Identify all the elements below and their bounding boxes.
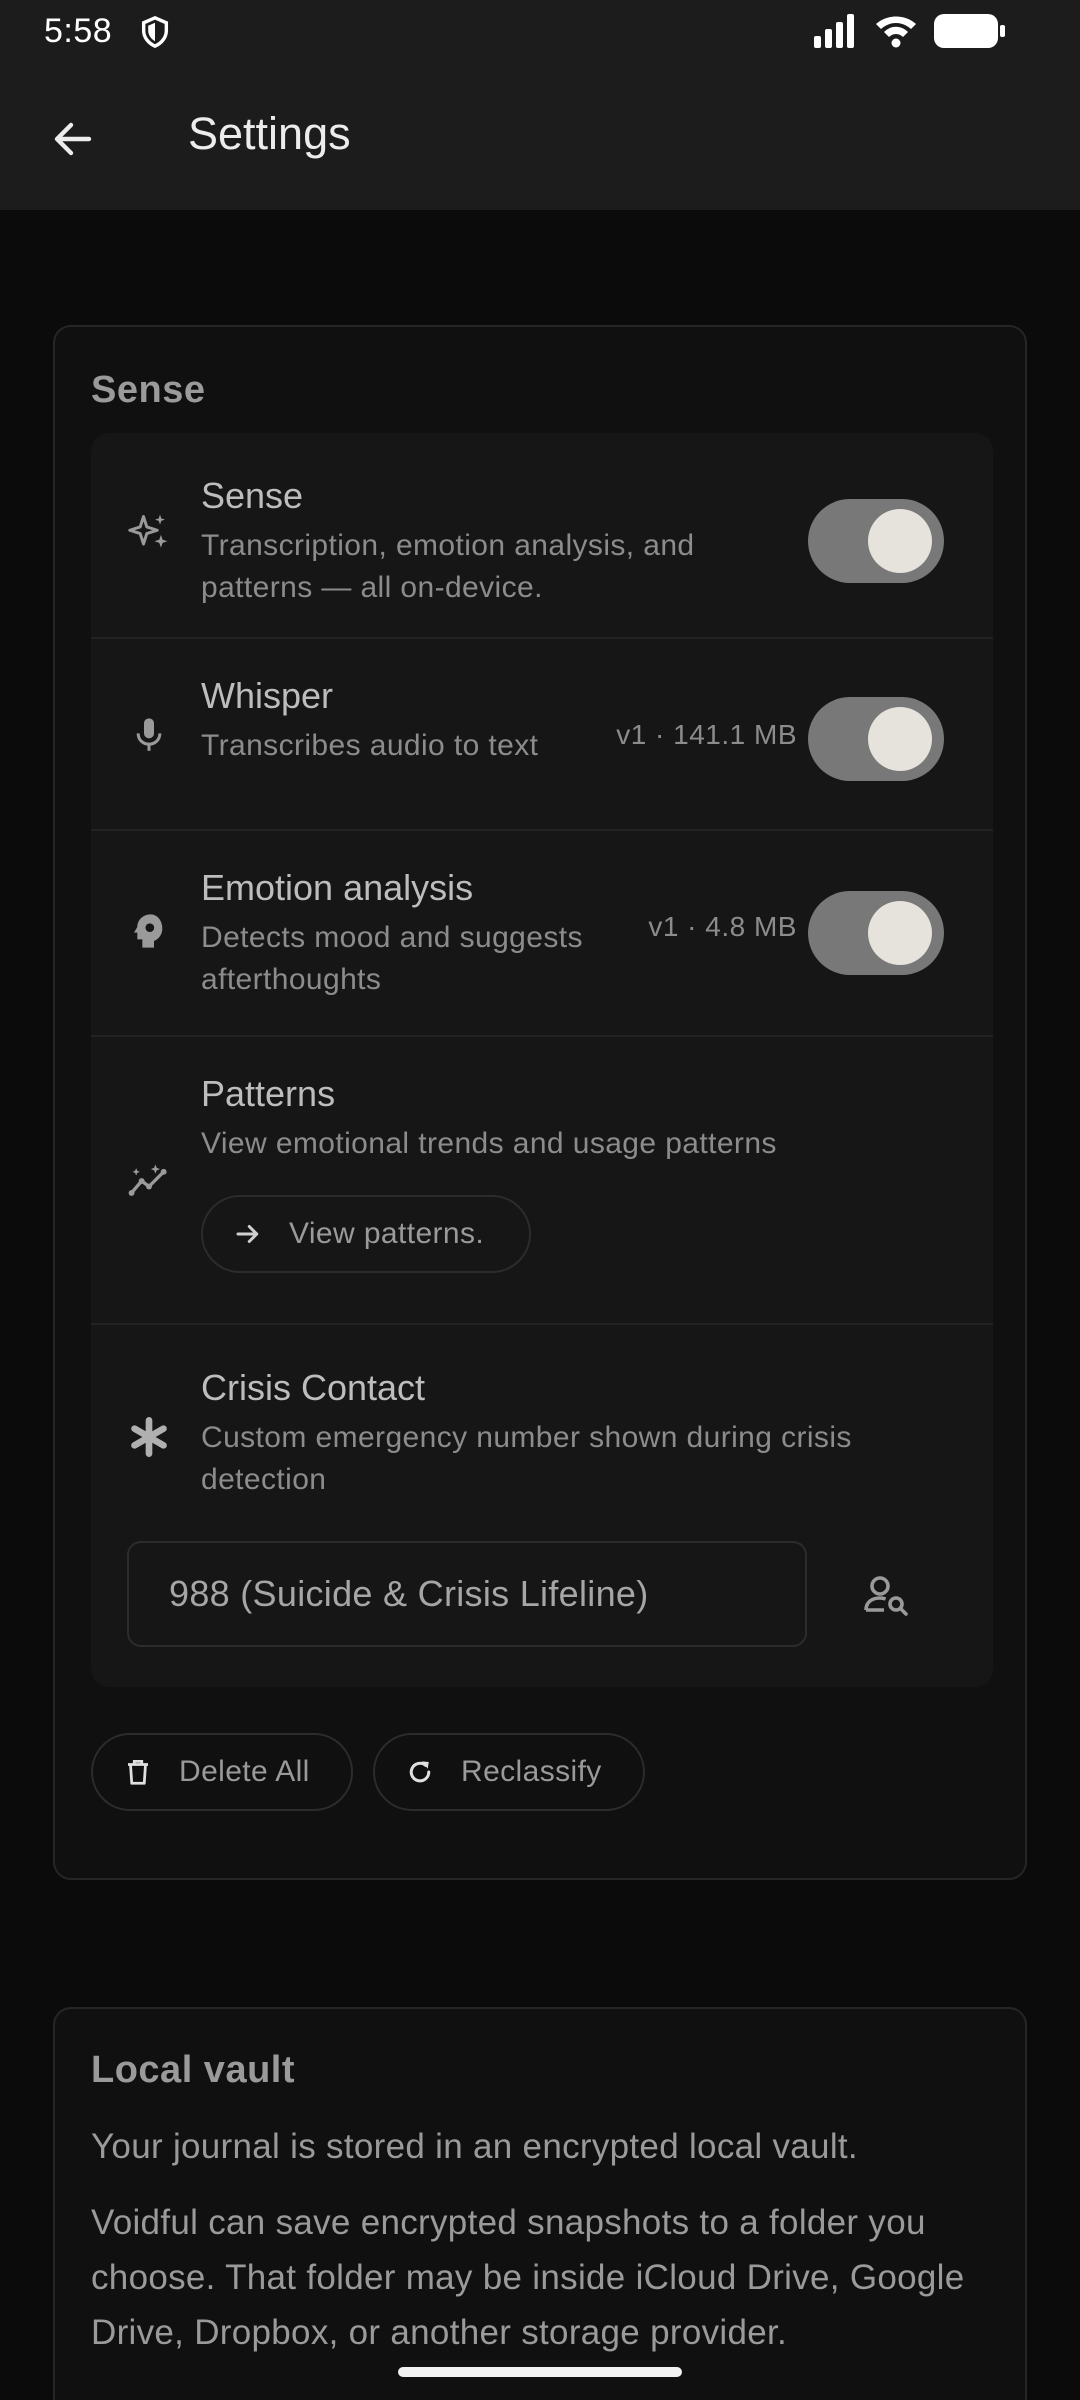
setting-description-sense: Transcription, emotion analysis, and pat… xyxy=(201,529,695,604)
setting-title-crisis-contact: Crisis Contact xyxy=(201,1367,426,1408)
setting-row-emotion-analysis: Emotion analysis Detects mood and sugges… xyxy=(91,831,993,1037)
setting-description-crisis-contact: Custom emergency number shown during cri… xyxy=(201,1421,852,1496)
person-search-icon xyxy=(864,1576,908,1616)
signal-icon xyxy=(814,14,854,48)
setting-description-patterns: View emotional trends and usage patterns xyxy=(201,1127,777,1160)
emotion-analysis-toggle[interactable] xyxy=(808,891,944,975)
setting-title-whisper: Whisper xyxy=(201,675,334,716)
shield-icon xyxy=(141,15,169,49)
model-size-whisper: v1 · 141.1 MB xyxy=(616,719,797,750)
setting-description-whisper: Transcribes audio to text xyxy=(201,729,539,762)
setting-description-emotion-analysis: Detects mood and suggests afterthoughts xyxy=(201,921,583,996)
insights-icon xyxy=(127,1159,171,1203)
delete-all-button[interactable]: Delete All xyxy=(91,1733,353,1811)
arrow-back-icon xyxy=(54,122,92,156)
wifi-icon xyxy=(876,16,916,48)
sparkles-icon xyxy=(127,511,171,555)
toggle-knob xyxy=(868,707,932,771)
view-patterns-label: View patterns. xyxy=(289,1217,485,1250)
setting-row-sense: Sense Transcription, emotion analysis, a… xyxy=(91,433,993,639)
setting-row-whisper: Whisper Transcribes audio to text v1 · 1… xyxy=(91,639,993,831)
toggle-knob xyxy=(868,901,932,965)
sense-toggle[interactable] xyxy=(808,499,944,583)
model-size-emotion: v1 · 4.8 MB xyxy=(648,911,797,942)
toggle-knob xyxy=(868,509,932,573)
crisis-contact-field[interactable]: 988 (Suicide & Crisis Lifeline) xyxy=(127,1541,807,1647)
home-indicator[interactable] xyxy=(398,2367,682,2377)
status-time: 5:58 xyxy=(44,12,113,50)
sense-section-title: Sense xyxy=(91,369,206,411)
setting-title-patterns: Patterns xyxy=(201,1073,336,1114)
refresh-icon xyxy=(403,1755,437,1789)
setting-row-patterns: Patterns View emotional trends and usage… xyxy=(91,1037,993,1325)
whisper-toggle[interactable] xyxy=(808,697,944,781)
arrow-forward-icon xyxy=(231,1217,265,1251)
local-vault-title: Local vault xyxy=(91,2049,295,2091)
battery-icon xyxy=(934,14,1005,48)
microphone-icon xyxy=(127,713,171,757)
back-button[interactable] xyxy=(36,102,110,176)
setting-title-emotion-analysis: Emotion analysis xyxy=(201,867,474,908)
trash-icon xyxy=(121,1755,155,1789)
reclassify-label: Reclassify xyxy=(461,1755,602,1788)
contact-search-button[interactable] xyxy=(851,1559,921,1629)
vault-description-1: Your journal is stored in an encrypted l… xyxy=(91,2127,858,2166)
asterisk-icon xyxy=(127,1415,171,1459)
sense-card: Sense Sense Transcription, emotion analy… xyxy=(53,325,1027,1880)
app-bar: Settings xyxy=(0,62,1080,210)
crisis-contact-value: 988 (Suicide & Crisis Lifeline) xyxy=(169,1573,649,1614)
vault-description-2: Voidful can save encrypted snapshots to … xyxy=(91,2203,965,2352)
sense-settings-panel: Sense Transcription, emotion analysis, a… xyxy=(91,433,993,1687)
page-title: Settings xyxy=(188,108,351,159)
psychology-icon xyxy=(127,909,171,953)
delete-all-label: Delete All xyxy=(179,1755,310,1788)
status-bar: 5:58 xyxy=(0,0,1080,62)
local-vault-card: Local vault Your journal is stored in an… xyxy=(53,2007,1027,2400)
setting-title-sense: Sense xyxy=(201,475,304,516)
view-patterns-button[interactable]: View patterns. xyxy=(201,1195,531,1273)
reclassify-button[interactable]: Reclassify xyxy=(373,1733,645,1811)
